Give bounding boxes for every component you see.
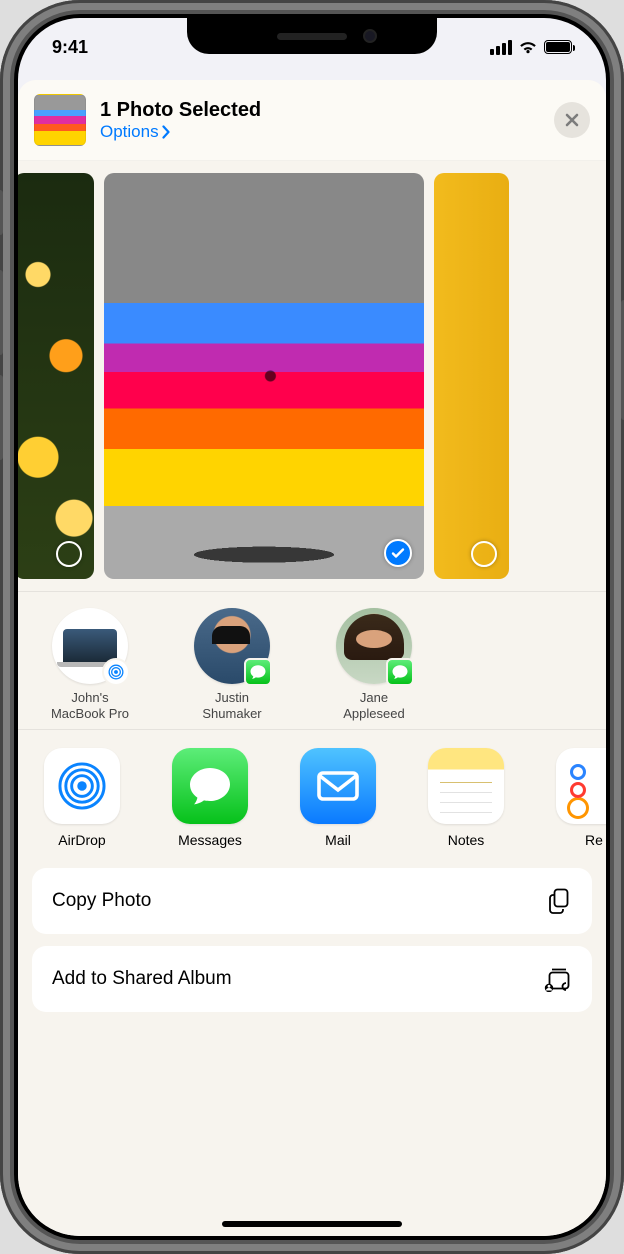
share-target-device[interactable]: John's MacBook Pro [36, 608, 144, 723]
app-reminders[interactable]: Re [548, 748, 606, 848]
mute-switch [0, 190, 3, 235]
share-target-label: Justin Shumaker [202, 690, 261, 723]
actions-group-2: Add to Shared Album [32, 946, 592, 1012]
photo-scroller[interactable] [18, 161, 606, 591]
selection-circle-icon[interactable] [56, 541, 82, 567]
shared-album-icon [542, 966, 572, 992]
volume-up-button [0, 270, 3, 355]
messages-badge-icon [386, 658, 414, 686]
notes-icon [428, 748, 504, 824]
battery-icon [544, 40, 572, 54]
home-indicator[interactable] [222, 1221, 402, 1227]
selection-circle-icon[interactable] [471, 541, 497, 567]
options-label: Options [100, 122, 159, 142]
selection-title: 1 Photo Selected [100, 99, 540, 122]
person-avatar [194, 608, 270, 684]
app-label: Re [585, 832, 603, 848]
photo-thumbnail[interactable] [434, 173, 509, 579]
photo-thumbnail[interactable] [18, 173, 94, 579]
messages-badge-icon [244, 658, 272, 686]
laptop-icon [63, 629, 117, 663]
app-mail[interactable]: Mail [292, 748, 384, 848]
person-avatar [336, 608, 412, 684]
screen: 9:41 1 Photo Selected Options [18, 18, 606, 1236]
wifi-icon [518, 40, 538, 55]
close-icon [564, 112, 580, 128]
device-avatar [52, 608, 128, 684]
header-thumbnail [34, 94, 86, 146]
share-sheet: 1 Photo Selected Options [18, 80, 606, 1236]
app-notes[interactable]: Notes [420, 748, 512, 848]
volume-down-button [0, 375, 3, 460]
action-copy-photo[interactable]: Copy Photo [32, 868, 592, 934]
airdrop-badge-icon [102, 658, 130, 686]
close-button[interactable] [554, 102, 590, 138]
app-label: Messages [178, 832, 242, 848]
app-label: Notes [448, 832, 485, 848]
share-target-label: Jane Appleseed [343, 690, 404, 723]
mail-icon [300, 748, 376, 824]
app-share-row[interactable]: AirDrop Messages Mail Notes [18, 730, 606, 860]
front-camera [363, 29, 377, 43]
reminders-icon [556, 748, 606, 824]
app-label: Mail [325, 832, 351, 848]
cellular-icon [490, 40, 512, 55]
share-target-person[interactable]: Jane Appleseed [320, 608, 428, 723]
chevron-right-icon [161, 125, 171, 139]
share-sheet-header: 1 Photo Selected Options [18, 80, 606, 161]
selection-check-icon[interactable] [384, 539, 412, 567]
app-messages[interactable]: Messages [164, 748, 256, 848]
photo-thumbnail[interactable] [104, 173, 424, 579]
messages-icon [172, 748, 248, 824]
action-add-to-shared-album[interactable]: Add to Shared Album [32, 946, 592, 1012]
copy-icon [546, 887, 572, 915]
app-airdrop[interactable]: AirDrop [36, 748, 128, 848]
actions-group-1: Copy Photo [32, 868, 592, 934]
share-target-label: John's MacBook Pro [51, 690, 129, 723]
speaker-grill [277, 33, 347, 40]
share-target-person[interactable]: Justin Shumaker [178, 608, 286, 723]
action-label: Add to Shared Album [52, 968, 232, 990]
airdrop-contacts-row[interactable]: John's MacBook Pro Justin Shumaker [18, 591, 606, 730]
notch [187, 18, 437, 54]
app-label: AirDrop [58, 832, 105, 848]
phone-frame: 9:41 1 Photo Selected Options [0, 0, 624, 1254]
airdrop-icon [44, 748, 120, 824]
status-time: 9:41 [52, 37, 88, 58]
options-button[interactable]: Options [100, 122, 171, 142]
action-label: Copy Photo [52, 890, 151, 912]
